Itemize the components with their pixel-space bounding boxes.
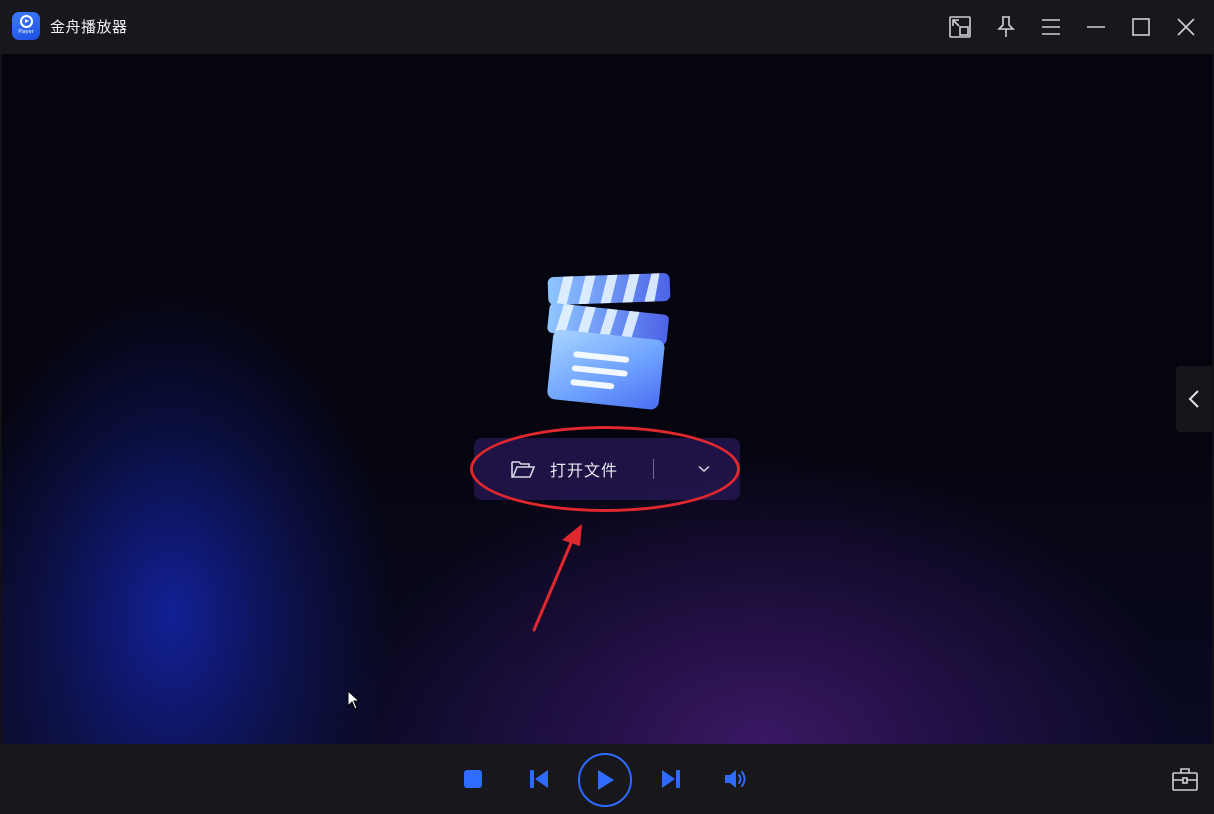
annotation-arrow-icon (532, 524, 582, 632)
menu-button[interactable] (1036, 12, 1066, 42)
maximize-button[interactable] (1126, 12, 1156, 42)
minimize-button[interactable] (1081, 12, 1111, 42)
maximize-icon (1132, 18, 1150, 36)
pin-button[interactable] (991, 12, 1021, 42)
open-file-button[interactable]: 打开文件 (510, 438, 650, 500)
open-file-dropdown[interactable] (684, 454, 724, 484)
next-button[interactable] (658, 766, 684, 792)
mini-mode-button[interactable] (945, 12, 975, 42)
volume-icon (725, 770, 746, 788)
app-logo-icon: Player (12, 12, 40, 40)
toolbox-icon (1172, 768, 1198, 791)
open-file-label: 打开文件 (550, 461, 619, 480)
playback-controls (0, 744, 1214, 814)
volume-button[interactable] (722, 765, 750, 793)
minimize-icon (1087, 26, 1105, 28)
chevron-left-icon (1188, 390, 1199, 408)
stop-button[interactable] (460, 766, 486, 792)
previous-button[interactable] (526, 766, 552, 792)
open-file-button-group: 打开文件 (474, 438, 740, 500)
button-divider (653, 459, 654, 479)
play-icon (598, 770, 614, 790)
chevron-down-icon (698, 465, 710, 473)
play-button[interactable] (578, 753, 632, 807)
player-window: Player 金舟播放器 打开文件 (0, 0, 1214, 814)
previous-icon (530, 770, 548, 788)
title-bar: Player 金舟播放器 (0, 0, 1214, 54)
next-icon (662, 770, 680, 788)
app-title: 金舟播放器 (50, 18, 128, 36)
clapperboard-icon (547, 273, 671, 410)
close-icon (1177, 18, 1195, 36)
folder-icon (511, 461, 536, 478)
menu-icon (1042, 19, 1060, 35)
toolbox-button[interactable] (1170, 764, 1200, 794)
playlist-toggle-button[interactable] (1176, 366, 1212, 432)
mouse-cursor-icon (347, 690, 361, 710)
video-stage[interactable]: 打开文件 (2, 54, 1212, 744)
mini-mode-icon (949, 16, 971, 38)
stop-icon (464, 770, 482, 788)
app-logo-text: Player (18, 29, 34, 35)
pin-icon (997, 16, 1015, 37)
close-button[interactable] (1171, 12, 1201, 42)
